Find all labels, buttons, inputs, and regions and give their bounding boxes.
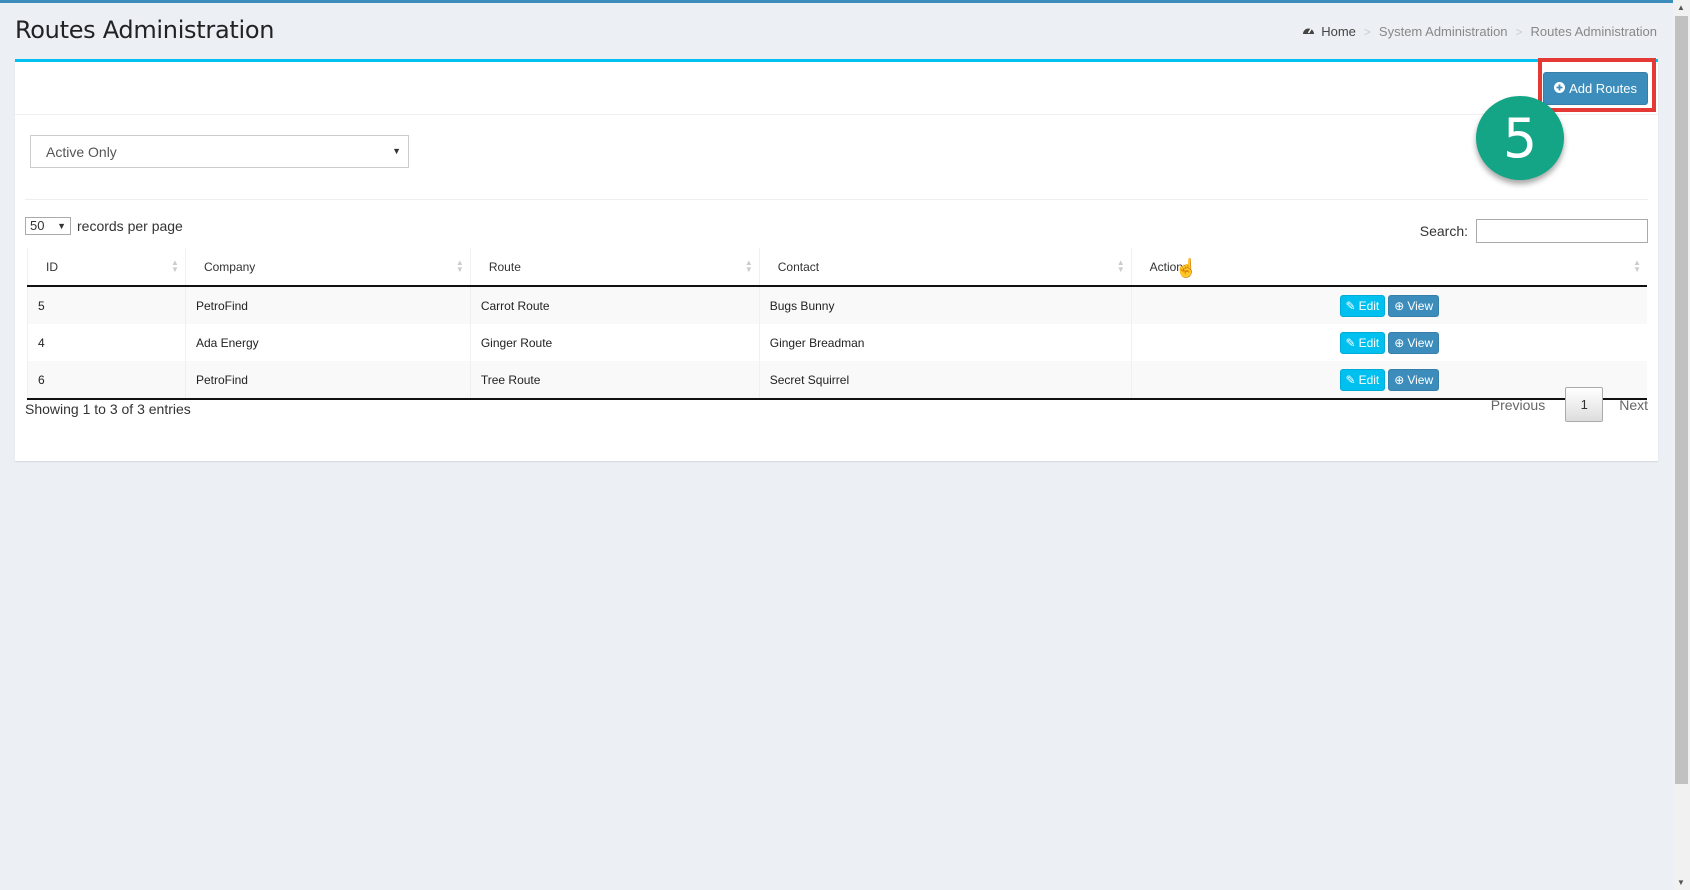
cell-action: ✎ Edit ⊕ View [1130, 324, 1647, 361]
table-row: 4 Ada Energy Ginger Route Ginger Breadma… [27, 324, 1647, 361]
view-label: View [1407, 298, 1434, 313]
records-per-page-label: records per page [77, 218, 183, 234]
column-header-label: ID [46, 259, 58, 274]
column-header-id[interactable]: ID ▲ ▼ [27, 248, 186, 287]
table-info: Showing 1 to 3 of 3 entries [25, 401, 191, 417]
breadcrumb-routes-administration: Routes Administration [1530, 24, 1657, 39]
panel-header: Add Routes [15, 62, 1658, 115]
edit-button[interactable]: ✎ Edit [1339, 331, 1386, 354]
breadcrumb-home[interactable]: Home [1302, 24, 1356, 39]
cell-contact: Ginger Breadman [758, 324, 1132, 361]
records-per-page-value: 50 [30, 218, 45, 233]
routes-table: ID ▲ ▼ Company ▲ ▼ Route ▲ ▼ Contact ▲ ▼ Action ▲… [27, 248, 1647, 400]
breadcrumb: Home > System Administration > Routes Ad… [1302, 24, 1657, 39]
sort-icon: ▲ ▼ [1633, 258, 1641, 274]
records-per-page-select[interactable]: 50 ▼ [25, 217, 71, 235]
column-header-company[interactable]: Company ▲ ▼ [184, 248, 471, 287]
plus-circle-icon: ⊕ [1394, 335, 1405, 350]
step-number-badge: 5 [1476, 96, 1564, 180]
records-per-page-control: 50 ▼ records per page [25, 217, 183, 235]
page-1-button[interactable]: 1 [1565, 387, 1604, 422]
edit-button[interactable]: ✎ Edit [1339, 294, 1386, 317]
page-title: Routes Administration [15, 16, 275, 44]
top-accent-line [0, 0, 1690, 3]
breadcrumb-separator: > [1363, 24, 1371, 39]
sort-icon: ▲ ▼ [1116, 258, 1125, 274]
search-label: Search: [1419, 223, 1468, 239]
cell-route: Ginger Route [469, 324, 760, 361]
previous-page-button[interactable]: Previous [1491, 397, 1545, 413]
annotation-highlight [1538, 58, 1656, 112]
column-header-label: Company [203, 259, 256, 274]
breadcrumb-home-label: Home [1321, 24, 1356, 39]
cell-id: 6 [27, 361, 186, 400]
column-header-label: Contact [777, 259, 820, 274]
breadcrumb-system-administration[interactable]: System Administration [1379, 24, 1508, 39]
column-header-action[interactable]: Action ▲ ▼ [1130, 248, 1647, 287]
cell-company: PetroFind [184, 361, 471, 400]
dashboard-icon [1302, 24, 1315, 39]
scroll-up-icon[interactable]: ▲ [1677, 3, 1685, 12]
scroll-down-icon[interactable]: ▼ [1677, 878, 1685, 887]
divider [25, 199, 1648, 200]
cell-id: 5 [27, 286, 186, 324]
view-label: View [1407, 372, 1434, 387]
view-button[interactable]: ⊕ View [1388, 294, 1440, 317]
sort-icon: ▲ ▼ [171, 258, 179, 274]
status-filter-select[interactable]: Active Only ▼ [30, 135, 409, 168]
pagination: Previous 1 Next [1491, 387, 1648, 422]
chevron-down-icon: ▼ [392, 146, 401, 156]
edit-icon: ✎ [1345, 335, 1356, 350]
edit-label: Edit [1358, 335, 1380, 350]
edit-icon: ✎ [1345, 298, 1356, 313]
hand-cursor-icon: ☝ [1175, 258, 1198, 278]
next-page-button[interactable]: Next [1619, 397, 1648, 413]
plus-circle-icon: ⊕ [1394, 298, 1405, 313]
cell-route: Tree Route [469, 361, 760, 400]
table-row: 5 PetroFind Carrot Route Bugs Bunny ✎ Edi… [27, 286, 1647, 324]
cell-company: Ada Energy [184, 324, 471, 361]
cell-contact: Secret Squirrel [758, 361, 1132, 400]
column-header-route[interactable]: Route ▲ ▼ [469, 248, 760, 287]
edit-label: Edit [1358, 298, 1380, 313]
column-header-contact[interactable]: Contact ▲ ▼ [758, 248, 1132, 287]
cell-contact: Bugs Bunny [758, 286, 1132, 324]
breadcrumb-separator: > [1515, 24, 1523, 39]
cell-id: 4 [27, 324, 186, 361]
scrollbar-thumb[interactable] [1675, 16, 1688, 784]
search-input[interactable] [1476, 219, 1648, 243]
view-button[interactable]: ⊕ View [1388, 331, 1440, 354]
chevron-down-icon: ▼ [57, 221, 66, 231]
view-label: View [1407, 335, 1434, 350]
edit-icon: ✎ [1345, 372, 1356, 387]
cell-company: PetroFind [184, 286, 471, 324]
plus-circle-icon: ⊕ [1394, 372, 1405, 387]
routes-panel: Add Routes Active Only ▼ 50 ▼ records pe… [15, 59, 1658, 461]
cell-route: Carrot Route [469, 286, 760, 324]
status-filter-value: Active Only [46, 143, 117, 160]
edit-button[interactable]: ✎ Edit [1339, 368, 1386, 391]
table-row: 6 PetroFind Tree Route Secret Squirrel ✎… [27, 361, 1647, 400]
vertical-scrollbar[interactable]: ▲ ▼ [1673, 0, 1690, 890]
edit-label: Edit [1358, 372, 1380, 387]
sort-icon: ▲ ▼ [455, 258, 464, 274]
cell-action: ✎ Edit ⊕ View [1130, 286, 1647, 324]
sort-icon: ▲ ▼ [744, 258, 753, 274]
view-button[interactable]: ⊕ View [1388, 368, 1440, 391]
column-header-label: Route [488, 259, 521, 274]
search-control: Search: [1420, 219, 1648, 243]
